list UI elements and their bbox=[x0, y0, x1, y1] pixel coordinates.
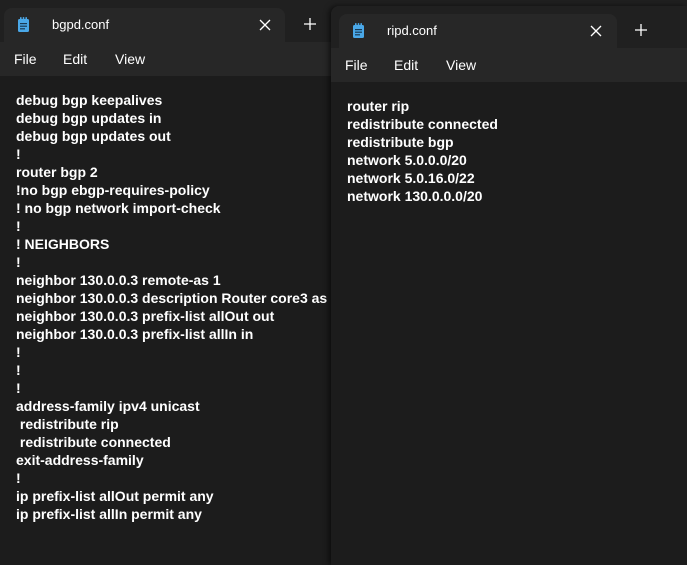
notepad-icon bbox=[18, 17, 29, 32]
plus-icon[interactable] bbox=[303, 17, 317, 31]
text-line: ! bbox=[16, 344, 21, 360]
text-line: exit-address-family bbox=[16, 452, 144, 468]
text-line: ! bbox=[16, 470, 21, 486]
text-line: redistribute connected bbox=[347, 116, 498, 132]
plus-icon[interactable] bbox=[634, 23, 648, 37]
text-line: ! bbox=[16, 218, 21, 234]
menu-edit[interactable]: Edit bbox=[63, 51, 87, 67]
editor-content: router rip redistribute connected redistri… bbox=[347, 97, 498, 205]
text-editor[interactable]: router rip redistribute connected redistri… bbox=[331, 82, 687, 565]
menu-edit[interactable]: Edit bbox=[394, 57, 418, 73]
menu-file[interactable]: File bbox=[345, 57, 368, 73]
text-line: neighbor 130.0.0.3 prefix-list allIn in bbox=[16, 326, 254, 342]
close-icon[interactable] bbox=[589, 24, 603, 38]
tab-bgpd-conf[interactable]: bgpd.conf bbox=[4, 8, 285, 42]
text-line: network 5.0.0.0/20 bbox=[347, 152, 467, 168]
text-line: router bgp 2 bbox=[16, 164, 98, 180]
text-line: ! no bgp network import-check bbox=[16, 200, 221, 216]
tab-ripd-conf[interactable]: ripd.conf bbox=[339, 14, 617, 48]
text-line: ! bbox=[16, 362, 21, 378]
editor-content: debug bgp keepalives debug bgp updates in… bbox=[16, 91, 327, 523]
menu-bar: File Edit View bbox=[331, 48, 687, 82]
close-icon[interactable] bbox=[258, 18, 272, 32]
menu-file[interactable]: File bbox=[14, 51, 37, 67]
text-line: debug bgp updates in bbox=[16, 110, 162, 126]
text-line: debug bgp updates out bbox=[16, 128, 171, 144]
notepad-icon bbox=[353, 23, 364, 38]
tab-title: bgpd.conf bbox=[52, 17, 110, 32]
text-line: address-family ipv4 unicast bbox=[16, 398, 200, 414]
menu-view[interactable]: View bbox=[446, 57, 476, 73]
text-line: ! bbox=[16, 380, 21, 396]
text-line: ! bbox=[16, 254, 21, 270]
text-line: !no bgp ebgp-requires-policy bbox=[16, 182, 210, 198]
text-line: redistribute connected bbox=[16, 434, 171, 450]
notepad-window-ripd: ripd.conf File Edit View router rip redis… bbox=[331, 6, 687, 565]
text-line: neighbor 130.0.0.3 remote-as 1 bbox=[16, 272, 221, 288]
text-line: redistribute rip bbox=[16, 416, 119, 432]
text-line: debug bgp keepalives bbox=[16, 92, 163, 108]
text-line: network 5.0.16.0/22 bbox=[347, 170, 475, 186]
text-line: ip prefix-list allOut permit any bbox=[16, 488, 214, 504]
text-line: neighbor 130.0.0.3 description Router co… bbox=[16, 290, 328, 306]
text-line: ! bbox=[16, 146, 21, 162]
tab-title: ripd.conf bbox=[387, 23, 437, 38]
text-line: redistribute bgp bbox=[347, 134, 454, 150]
text-line: router rip bbox=[347, 98, 410, 114]
text-line: ip prefix-list allIn permit any bbox=[16, 506, 202, 522]
title-bar: ripd.conf bbox=[331, 6, 687, 48]
text-line: ! NEIGHBORS bbox=[16, 236, 110, 252]
text-line: neighbor 130.0.0.3 prefix-list allOut ou… bbox=[16, 308, 275, 324]
menu-view[interactable]: View bbox=[115, 51, 145, 67]
text-line: network 130.0.0.0/20 bbox=[347, 188, 483, 204]
